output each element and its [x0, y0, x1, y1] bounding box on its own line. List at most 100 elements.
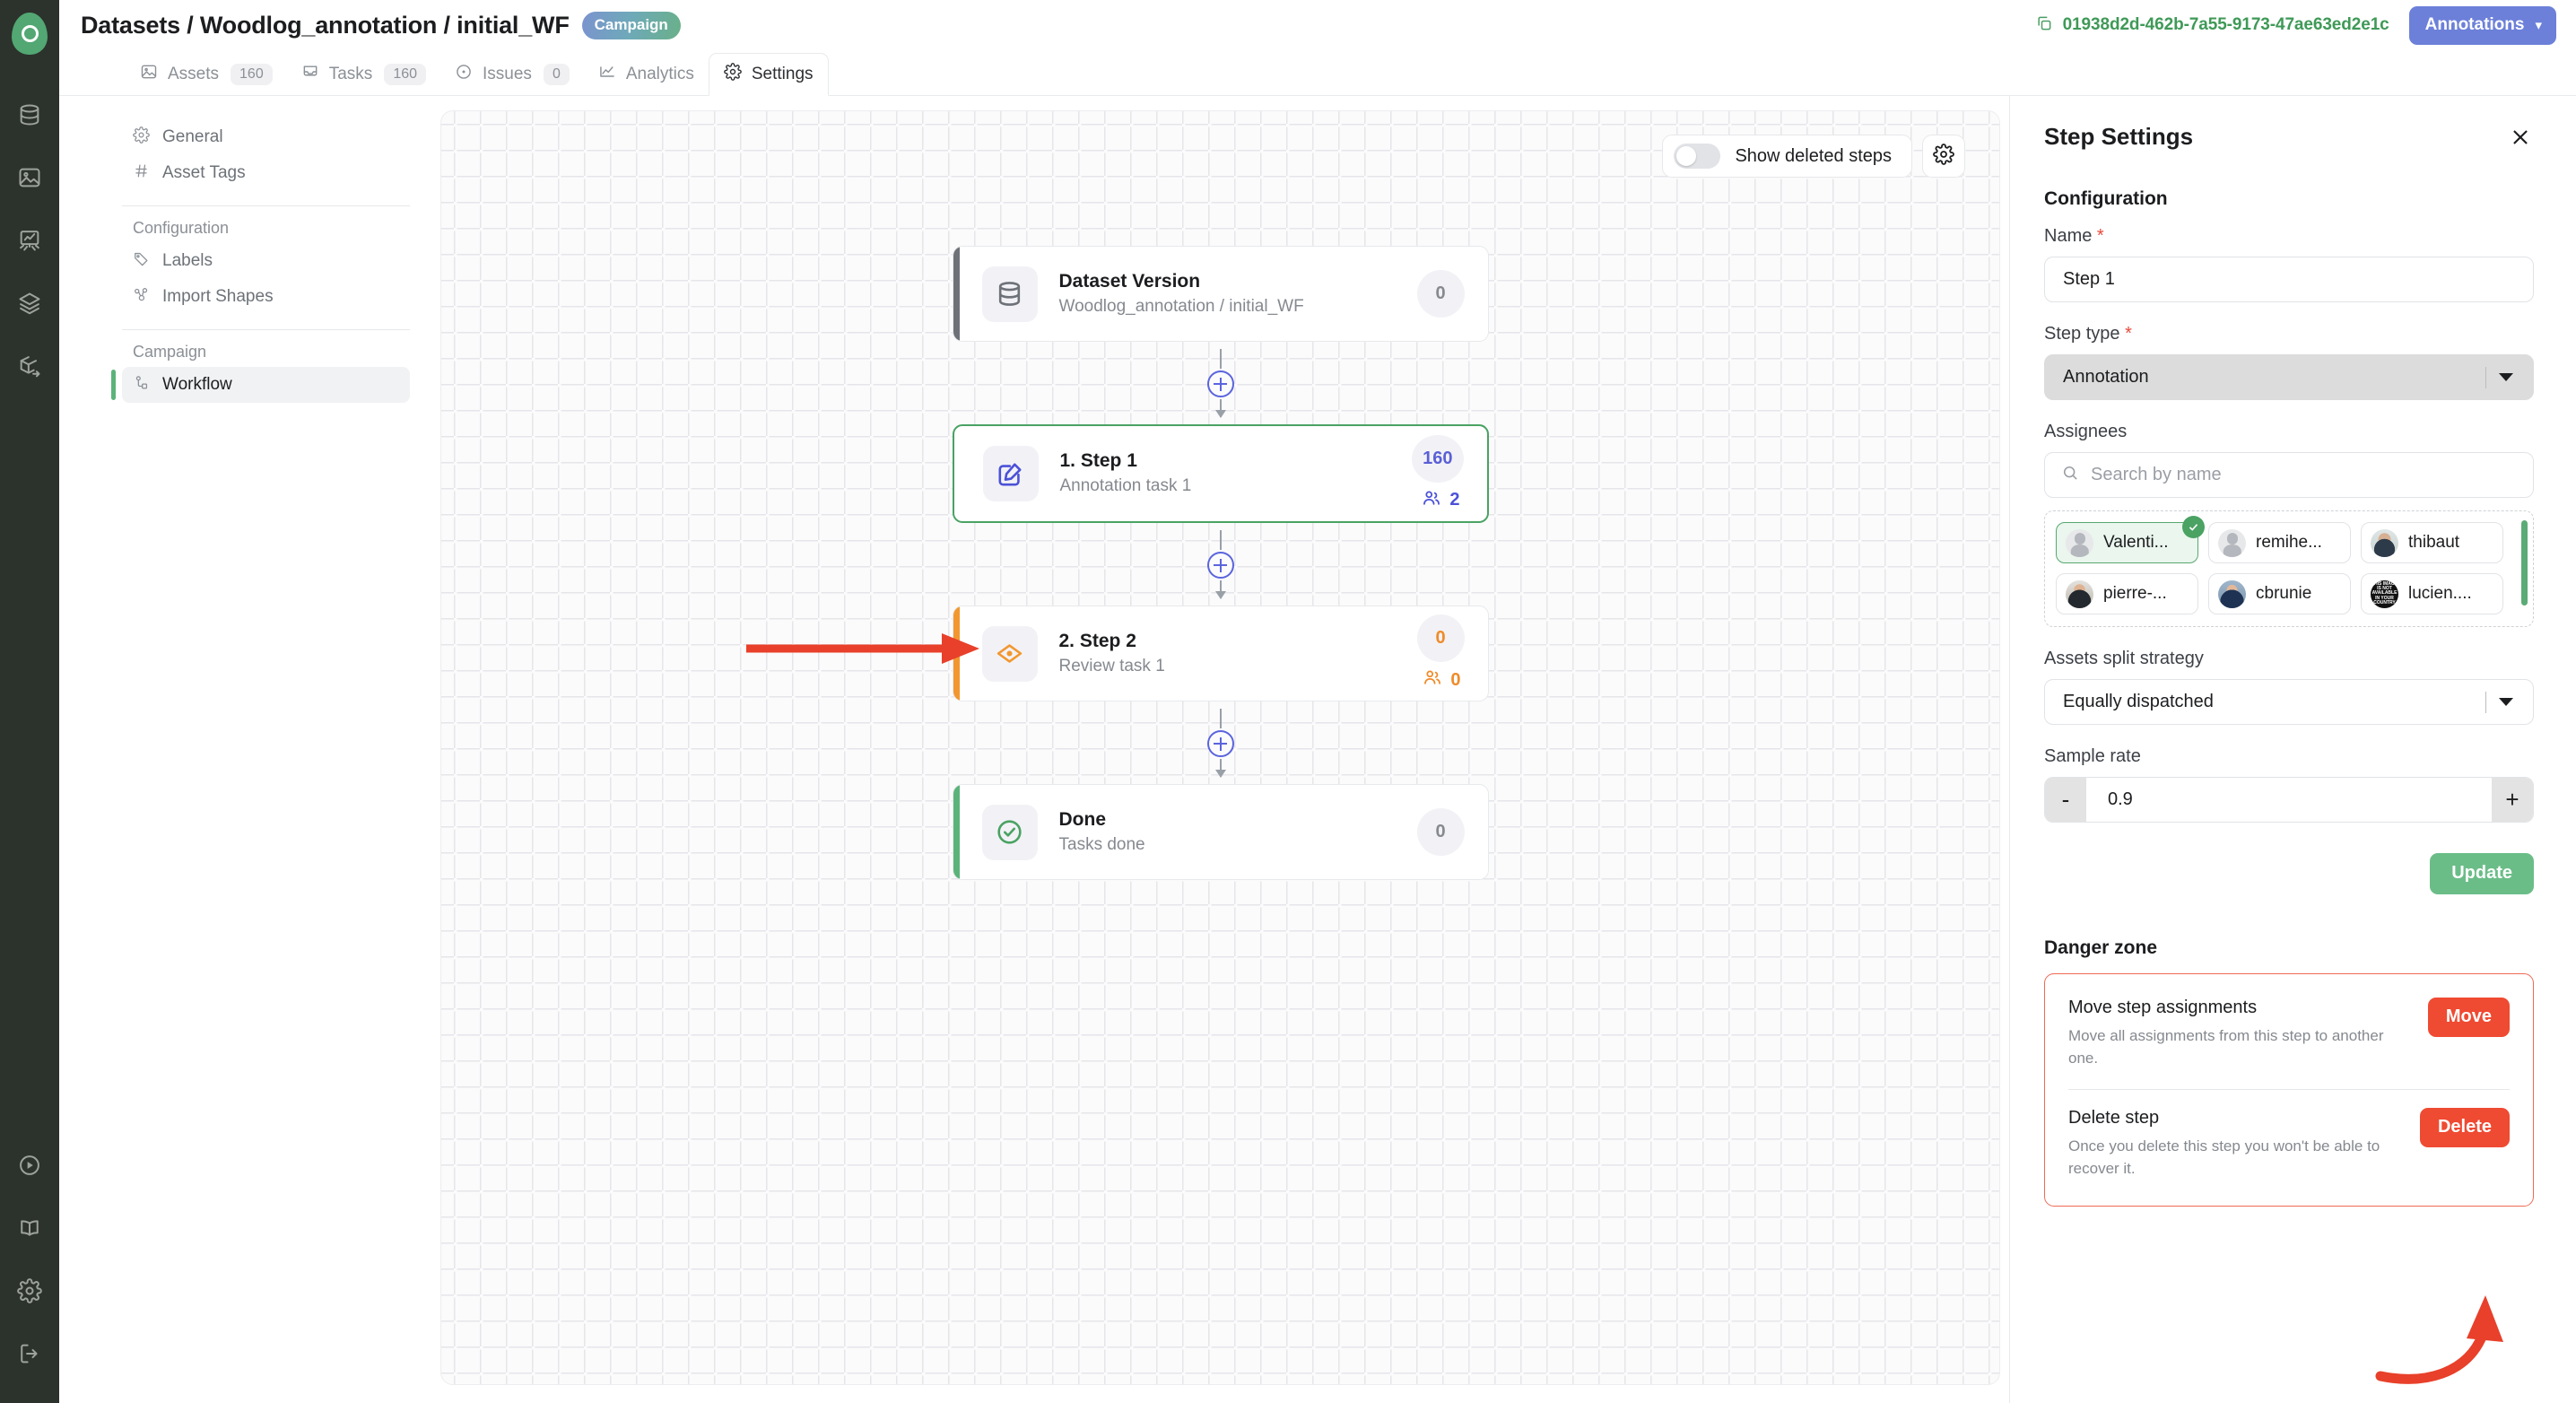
analytics-rail-icon[interactable]	[16, 227, 43, 254]
assignees-scrollbar[interactable]	[2521, 520, 2528, 606]
assignee-chip[interactable]: remihe...	[2208, 522, 2351, 563]
toggle-switch[interactable]	[1674, 144, 1721, 169]
show-deleted-steps-toggle[interactable]: Show deleted steps	[1662, 135, 1912, 178]
node-assignee-count: 2	[1422, 488, 1463, 513]
logout-rail-icon[interactable]	[16, 1340, 43, 1367]
sidebar-item-asset-tags[interactable]: Asset Tags	[122, 155, 410, 191]
connector-add-step-2	[953, 523, 1489, 606]
sidebar-item-workflow[interactable]: Workflow	[111, 367, 410, 403]
annotations-button-label: Annotations	[2424, 14, 2525, 34]
datasets-rail-icon[interactable]	[16, 101, 43, 128]
name-label: Name *	[2044, 226, 2104, 246]
copy-uuid-button[interactable]: 01938d2d-462b-7a55-9173-47ae63ed2e1c	[2035, 14, 2389, 37]
docs-book-rail-icon[interactable]	[16, 1215, 43, 1242]
tab-issues[interactable]: Issues 0	[440, 53, 584, 95]
workflow-canvas-area: Show deleted steps Dataset Version Woodl…	[440, 96, 2009, 1403]
layers-rail-icon[interactable]	[16, 290, 43, 317]
assignee-chip[interactable]: thibaut	[2361, 522, 2503, 563]
tab-settings-label: Settings	[751, 65, 814, 83]
play-tutorial-rail-icon[interactable]	[16, 1152, 43, 1179]
tab-settings[interactable]: Settings	[708, 53, 829, 96]
image-icon	[140, 63, 158, 86]
sidebar-divider-1	[122, 205, 410, 206]
search-icon	[2061, 464, 2079, 486]
delete-button[interactable]: Delete	[2419, 1108, 2510, 1148]
avatar	[2066, 528, 2093, 557]
workflow-node-dataset-version[interactable]: Dataset Version Woodlog_annotation / ini…	[952, 246, 1489, 342]
sidebar-item-general[interactable]: General	[122, 119, 410, 155]
gear-icon	[133, 126, 150, 149]
add-step-button[interactable]	[1206, 730, 1234, 757]
app-root: Datasets / Woodlog_annotation / initial_…	[0, 0, 2576, 1403]
workflow-node-done[interactable]: Done Tasks done 0	[952, 784, 1489, 880]
tab-issues-count: 0	[543, 63, 570, 85]
annotations-button[interactable]: Annotations ▾	[2408, 5, 2556, 45]
project-tab-bar: Assets 160 Tasks 160 Issues 0 Analytics …	[59, 50, 2576, 96]
tab-assets-label: Assets	[168, 64, 220, 83]
database-icon	[981, 266, 1038, 322]
sample-rate-stepper[interactable]: - 0.9 +	[2044, 777, 2534, 823]
shapes-icon	[133, 286, 150, 309]
tab-assets[interactable]: Assets 160	[126, 53, 287, 95]
update-button[interactable]: Update	[2430, 853, 2534, 894]
assets-rail-icon[interactable]	[16, 164, 43, 191]
gear-icon	[1933, 143, 1954, 170]
annotate-icon	[982, 446, 1039, 501]
move-step-assignments-row: Move step assignments Move all assignmen…	[2068, 998, 2510, 1069]
node-accent-bar	[953, 606, 960, 701]
node-assignee-count-value: 2	[1449, 490, 1460, 510]
tab-tasks[interactable]: Tasks 160	[287, 53, 440, 95]
move-button[interactable]: Move	[2427, 998, 2510, 1037]
sidebar-item-import-shapes[interactable]: Import Shapes	[122, 279, 410, 315]
avatar-text: THIS IMAGE IS NOT AVAILABLE IN YOUR COUN…	[2371, 580, 2398, 608]
review-eye-icon	[981, 625, 1038, 682]
assignee-chip[interactable]: pierre-...	[2056, 573, 2198, 614]
assignee-name: cbrunie	[2256, 584, 2312, 603]
step-type-label: Step type *	[2044, 324, 2132, 344]
assignees-search-placeholder: Search by name	[2091, 465, 2222, 484]
export-cube-rail-icon[interactable]	[16, 353, 43, 379]
panel-title: Step Settings	[2044, 123, 2194, 150]
required-asterisk: *	[2092, 226, 2104, 246]
tag-icon	[133, 250, 150, 273]
avatar	[2066, 580, 2093, 608]
sample-rate-increment[interactable]: +	[2492, 778, 2533, 822]
workflow-node-step-2[interactable]: 2. Step 2 Review task 1 0 0	[952, 606, 1489, 702]
inbox-icon	[301, 63, 319, 86]
assignees-list[interactable]: Valenti... remihe... thibaut pierre-... …	[2044, 510, 2534, 627]
sample-rate-decrement[interactable]: -	[2045, 778, 2086, 822]
issue-icon	[455, 63, 473, 86]
workflow-canvas[interactable]: Show deleted steps Dataset Version Woodl…	[440, 110, 2000, 1385]
assignee-name: thibaut	[2408, 533, 2460, 552]
assignee-chip[interactable]: Valenti...	[2056, 516, 2205, 563]
sample-rate-value[interactable]: 0.9	[2086, 778, 2492, 822]
show-deleted-steps-label: Show deleted steps	[1735, 145, 1892, 166]
tab-assets-count: 160	[231, 63, 273, 85]
canvas-settings-button[interactable]	[1922, 135, 1965, 178]
sidebar-item-labels[interactable]: Labels	[122, 243, 410, 279]
name-input[interactable]: Step 1	[2044, 257, 2534, 302]
node-subtitle: Tasks done	[1058, 834, 1145, 854]
assignee-chip[interactable]: THIS IMAGE IS NOT AVAILABLE IN YOUR COUN…	[2361, 573, 2503, 614]
step-type-select[interactable]: Annotation	[2044, 354, 2534, 400]
copy-icon	[2035, 14, 2053, 37]
assignee-chip[interactable]: cbrunie	[2208, 573, 2351, 614]
node-subtitle: Review task 1	[1058, 656, 1165, 675]
assignee-name: remihe...	[2256, 533, 2322, 552]
node-title: Done	[1058, 808, 1107, 830]
workflow-node-step-1[interactable]: 1. Step 1 Annotation task 1 160 2	[952, 424, 1489, 523]
node-count-badge: 0	[1416, 270, 1465, 318]
close-icon[interactable]	[2507, 124, 2534, 151]
top-bar: Datasets / Woodlog_annotation / initial_…	[59, 0, 2576, 50]
add-step-button[interactable]	[1206, 370, 1234, 397]
node-accent-bar	[953, 247, 960, 341]
add-step-button[interactable]	[1206, 552, 1234, 579]
split-strategy-select[interactable]: Equally dispatched	[2044, 679, 2534, 725]
app-logo[interactable]	[11, 12, 48, 55]
settings-gear-rail-icon[interactable]	[16, 1277, 43, 1304]
assignees-search-input[interactable]: Search by name	[2044, 452, 2534, 498]
avatar: THIS IMAGE IS NOT AVAILABLE IN YOUR COUN…	[2371, 580, 2398, 608]
global-icon-rail	[0, 0, 59, 1403]
project-uuid: 01938d2d-462b-7a55-9173-47ae63ed2e1c	[2062, 15, 2389, 34]
tab-analytics[interactable]: Analytics	[584, 53, 709, 95]
